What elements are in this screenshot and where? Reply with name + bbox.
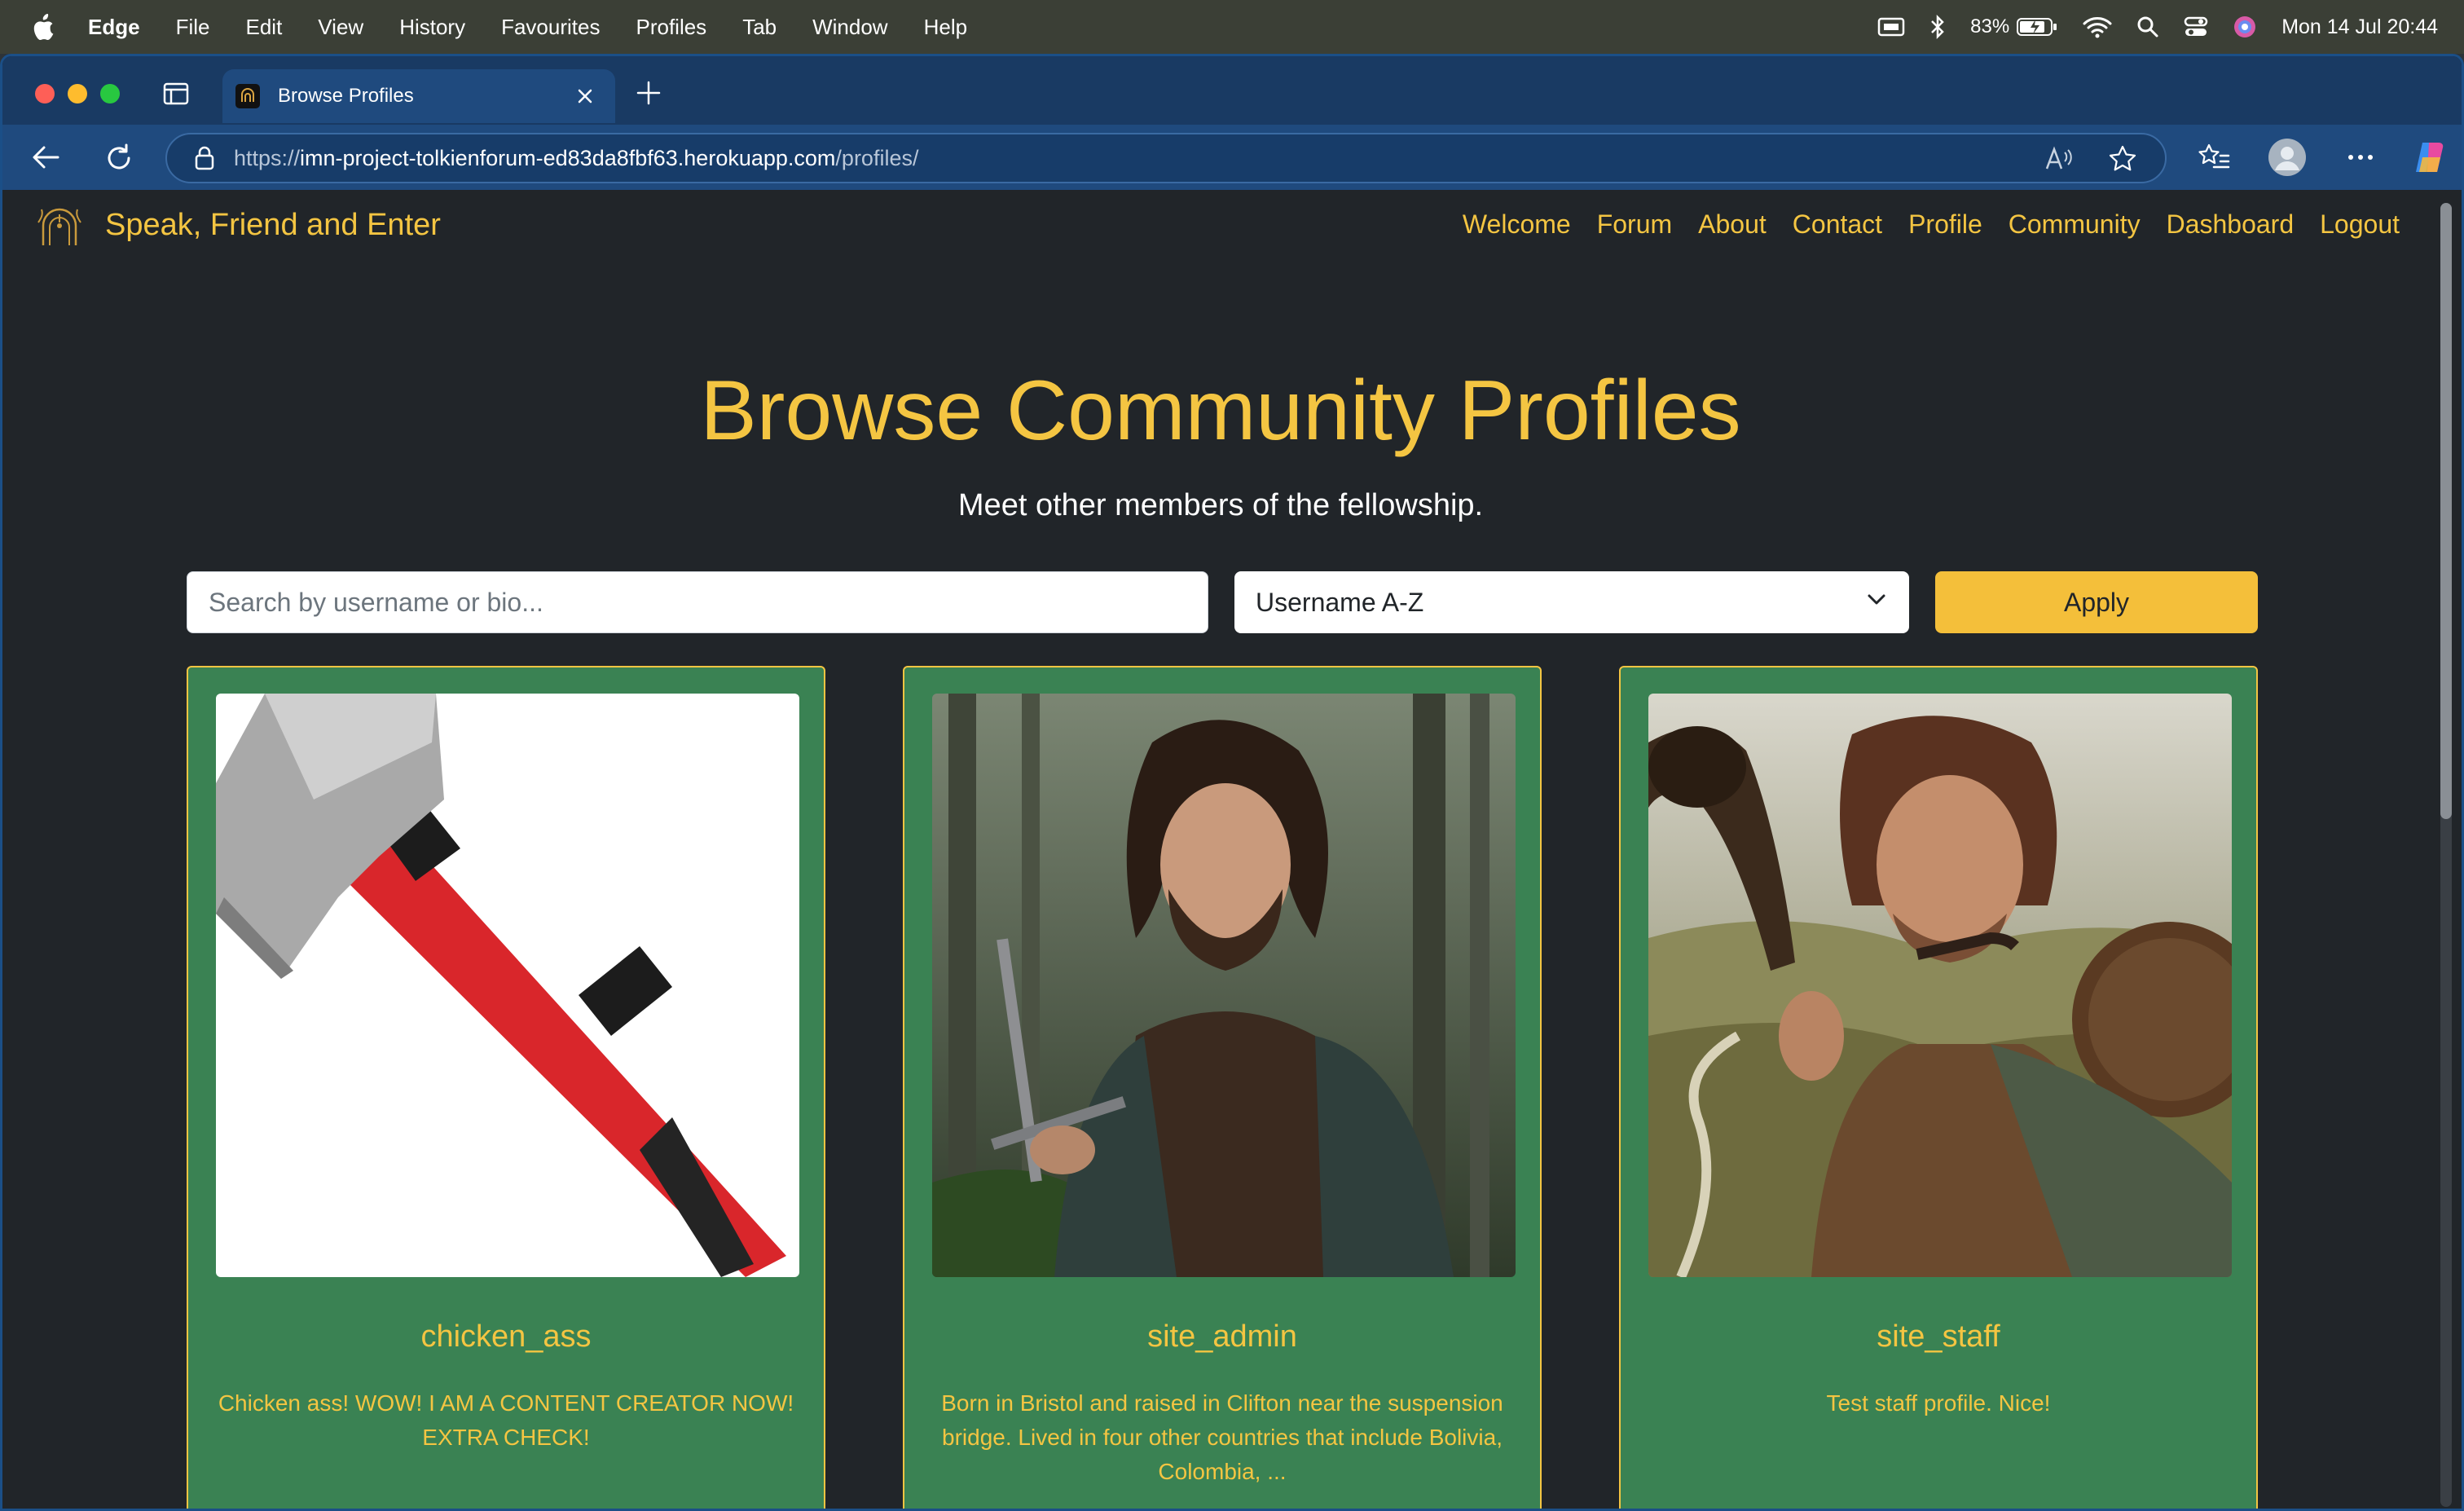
apply-button[interactable]: Apply (1935, 571, 2258, 633)
web-page: Speak, Friend and Enter Welcome Forum Ab… (2, 190, 2462, 1509)
profile-username[interactable]: site_staff (1621, 1319, 2256, 1355)
browser-window: Browse Profiles https://imn-project-tolk… (0, 54, 2464, 1511)
page-scrollbar[interactable] (2440, 203, 2452, 1507)
profile-image-ranger[interactable] (932, 694, 1516, 1277)
apple-logo-icon[interactable] (33, 13, 57, 41)
scrollbar-thumb[interactable] (2440, 203, 2452, 819)
control-center-icon[interactable] (2184, 15, 2208, 38)
site-navbar: Speak, Friend and Enter Welcome Forum Ab… (2, 190, 2462, 265)
url-text[interactable]: https://imn-project-tolkienforum-ed83da8… (234, 146, 918, 171)
menu-edit[interactable]: Edit (245, 15, 282, 40)
menu-window[interactable]: Window (812, 15, 887, 40)
siri-icon[interactable] (2233, 15, 2257, 39)
more-options-icon[interactable] (2346, 152, 2375, 162)
sort-select[interactable]: Username A-Z (1234, 571, 1909, 633)
page-title: Browse Community Profiles (700, 363, 1741, 458)
menu-profiles[interactable]: Profiles (636, 15, 706, 40)
lock-icon[interactable] (195, 146, 214, 170)
menu-file[interactable]: File (176, 15, 210, 40)
profile-card[interactable]: site_staff Test staff profile. Nice! (1619, 666, 2258, 1509)
profile-bio: Chicken ass! WOW! I AM A CONTENT CREATOR… (218, 1390, 794, 1450)
window-fullscreen-button[interactable] (100, 84, 120, 104)
nav-about[interactable]: About (1698, 209, 1767, 240)
add-favourite-star-icon[interactable] (2108, 144, 2137, 174)
window-close-button[interactable] (35, 84, 55, 104)
tab-close-icon[interactable] (573, 84, 597, 108)
nav-community[interactable]: Community (2009, 209, 2141, 240)
nav-logout[interactable]: Logout (2320, 209, 2400, 240)
profile-card[interactable]: site_admin Born in Bristol and raised in… (903, 666, 1542, 1509)
keyboard-layout-icon[interactable] (1877, 16, 1905, 37)
tab-browse-profiles[interactable]: Browse Profiles (222, 69, 615, 123)
nav-welcome[interactable]: Welcome (1463, 209, 1571, 240)
copilot-icon[interactable] (2411, 139, 2449, 175)
spotlight-search-icon[interactable] (2136, 15, 2159, 38)
macos-menu-bar: Edge File Edit View History Favourites P… (0, 0, 2464, 54)
read-aloud-icon[interactable] (2044, 146, 2074, 172)
reload-icon[interactable] (103, 143, 134, 174)
tab-title: Browse Profiles (278, 85, 414, 107)
nav-profile[interactable]: Profile (1908, 209, 1982, 240)
url-host: imn-project-tolkienforum-ed83da8fbf63.he… (300, 145, 836, 170)
profile-image-axe[interactable] (216, 694, 799, 1277)
sort-selected-value: Username A-Z (1256, 587, 1424, 617)
site-favicon-icon (235, 84, 260, 108)
menu-app-name[interactable]: Edge (88, 15, 140, 40)
profile-bio: Test staff profile. Nice! (1826, 1390, 2051, 1416)
site-brand[interactable]: Speak, Friend and Enter (105, 208, 441, 243)
url-scheme: https:// (234, 145, 301, 170)
back-arrow-icon[interactable] (30, 143, 61, 172)
battery-charging-icon[interactable] (2016, 16, 2058, 37)
menu-history[interactable]: History (399, 15, 465, 40)
nav-dashboard[interactable]: Dashboard (2167, 209, 2295, 240)
tab-strip: Browse Profiles (2, 56, 2462, 125)
nav-links: Welcome Forum About Contact Profile Comm… (1463, 209, 2400, 240)
profile-username[interactable]: chicken_ass (188, 1319, 824, 1355)
profile-bio: Born in Bristol and raised in Clifton ne… (941, 1390, 1503, 1484)
browser-toolbar: https://imn-project-tolkienforum-ed83da8… (2, 125, 2462, 190)
profile-image-horn-bearer[interactable] (1648, 694, 2232, 1277)
window-minimize-button[interactable] (68, 84, 87, 104)
nav-forum[interactable]: Forum (1597, 209, 1672, 240)
menu-help[interactable]: Help (924, 15, 967, 40)
new-tab-icon[interactable] (635, 79, 662, 107)
profile-username[interactable]: site_admin (904, 1319, 1540, 1355)
tab-actions-icon[interactable] (162, 81, 190, 107)
menu-view[interactable]: View (318, 15, 363, 40)
wifi-icon[interactable] (2083, 15, 2112, 38)
profile-card[interactable]: chicken_ass Chicken ass! WOW! I AM A CON… (187, 666, 825, 1509)
menu-favourites[interactable]: Favourites (501, 15, 600, 40)
menu-bar-clock[interactable]: Mon 14 Jul 20:44 (2281, 15, 2438, 39)
profile-avatar-icon[interactable] (2268, 138, 2307, 177)
doors-of-durin-logo-icon[interactable] (35, 206, 84, 249)
favourites-icon[interactable] (2198, 143, 2230, 172)
nav-contact[interactable]: Contact (1793, 209, 1882, 240)
address-bar[interactable]: https://imn-project-tolkienforum-ed83da8… (165, 133, 2167, 183)
search-input[interactable] (187, 571, 1208, 633)
page-subtitle: Meet other members of the fellowship. (957, 488, 1484, 522)
menu-tab[interactable]: Tab (742, 15, 777, 40)
battery-percent: 83% (1970, 15, 2010, 37)
chevron-down-icon (1868, 594, 1885, 605)
url-path: /profiles/ (835, 145, 919, 170)
bluetooth-icon[interactable] (1929, 14, 1946, 40)
